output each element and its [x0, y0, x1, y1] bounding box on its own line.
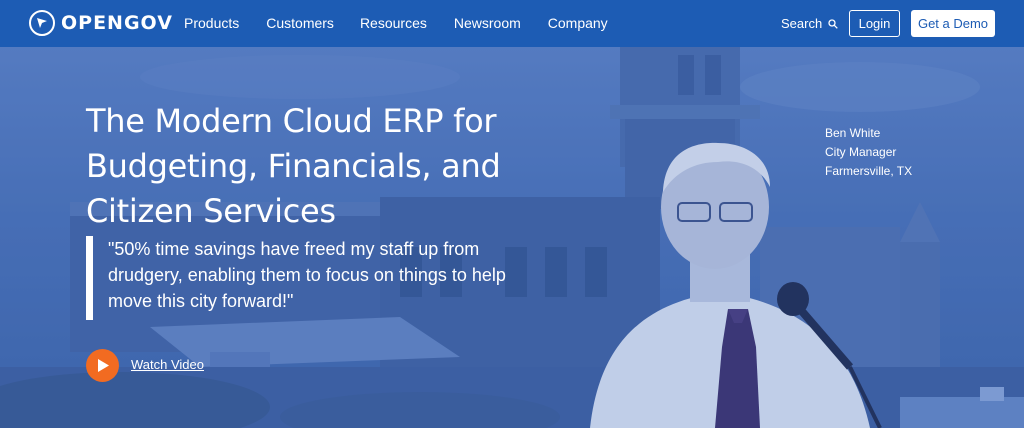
logo-text: OPENGOV	[61, 12, 173, 34]
login-button[interactable]: Login	[849, 10, 900, 37]
hero-title: The Modern Cloud ERP for Budgeting, Fina…	[86, 102, 501, 230]
get-demo-button[interactable]: Get a Demo	[911, 10, 995, 37]
opengov-logo-icon	[29, 10, 55, 36]
attribution-role: City Manager	[825, 145, 897, 159]
search-label: Search	[781, 16, 823, 31]
menu-item-resources[interactable]: Resources	[360, 15, 427, 31]
menu-item-products[interactable]: Products	[184, 15, 239, 31]
opengov-logo[interactable]: OPENGOV	[29, 10, 173, 36]
attribution-name: Ben White	[825, 126, 881, 140]
watch-video-link[interactable]: Watch Video	[131, 357, 204, 372]
testimonial-quote: "50% time savings have freed my staff up…	[108, 239, 506, 311]
testimonial-attribution: Ben White City Manager Farmersville, TX	[825, 124, 912, 181]
menu-item-customers[interactable]: Customers	[266, 15, 334, 31]
quote-bar	[86, 236, 93, 320]
menu-item-newsroom[interactable]: Newsroom	[454, 15, 521, 31]
search-button[interactable]: Search	[781, 16, 838, 31]
hero-section: The Modern Cloud ERP for Budgeting, Fina…	[0, 47, 1024, 428]
top-nav: OPENGOV Products Customers Resources New…	[0, 0, 1024, 47]
attribution-location: Farmersville, TX	[825, 164, 913, 178]
menu-item-company[interactable]: Company	[548, 15, 608, 31]
play-video-button[interactable]	[86, 349, 119, 382]
search-icon	[828, 18, 838, 29]
main-menu: Products Customers Resources Newsroom Co…	[184, 15, 635, 31]
play-icon	[98, 359, 109, 372]
